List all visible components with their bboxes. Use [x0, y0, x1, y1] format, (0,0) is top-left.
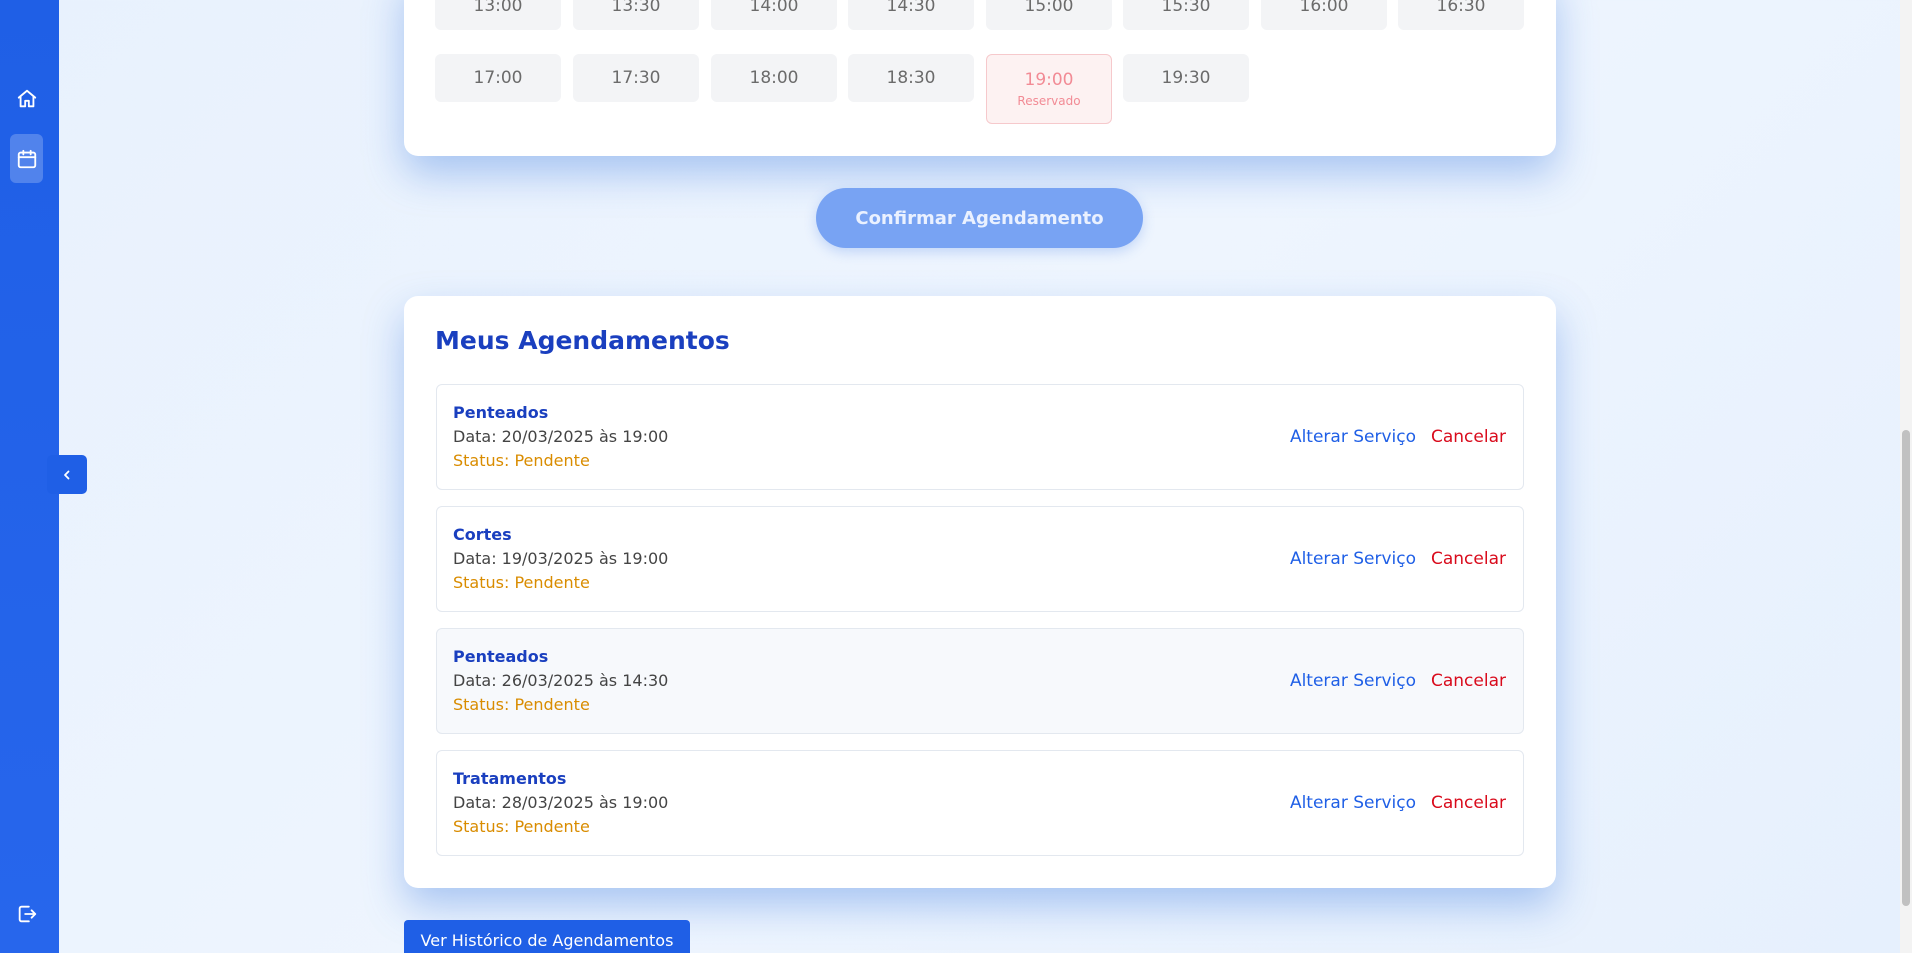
- appointment-item: Cortes Data: 19/03/2025 às 19:00 Status:…: [436, 506, 1524, 612]
- cancel-link[interactable]: Cancelar: [1431, 793, 1506, 813]
- appointments-title: Meus Agendamentos: [435, 326, 730, 355]
- appointment-status: Status: Pendente: [453, 573, 590, 592]
- change-service-link[interactable]: Alterar Serviço: [1290, 427, 1416, 447]
- change-service-link[interactable]: Alterar Serviço: [1290, 549, 1416, 569]
- appointment-item: Penteados Data: 26/03/2025 às 14:30 Stat…: [436, 628, 1524, 734]
- logout-icon: [18, 905, 36, 922]
- confirm-booking-button[interactable]: Confirmar Agendamento: [816, 188, 1143, 248]
- view-history-button[interactable]: Ver Histórico de Agendamentos: [404, 920, 690, 953]
- appointment-date: Data: 19/03/2025 às 19:00: [453, 549, 669, 568]
- sidebar-item-calendar[interactable]: [10, 134, 43, 183]
- appointment-date: Data: 28/03/2025 às 19:00: [453, 793, 669, 812]
- time-slot[interactable]: 19:30: [1123, 54, 1249, 102]
- appointments-card: Meus Agendamentos Penteados Data: 20/03/…: [404, 296, 1556, 888]
- time-slots-card: 13:00 13:30 14:00 14:30 15:00 15:30 16:0…: [404, 0, 1556, 156]
- scrollbar-thumb[interactable]: [1902, 430, 1910, 906]
- time-slot[interactable]: 17:00: [435, 54, 561, 102]
- home-icon: [17, 89, 36, 107]
- time-slot[interactable]: 16:00: [1261, 0, 1387, 30]
- time-slot[interactable]: 13:30: [573, 0, 699, 30]
- cancel-link[interactable]: Cancelar: [1431, 427, 1506, 447]
- calendar-icon: [17, 149, 36, 168]
- appointment-item: Penteados Data: 20/03/2025 às 19:00 Stat…: [436, 384, 1524, 490]
- time-slot[interactable]: 16:30: [1398, 0, 1524, 30]
- scrollbar-track[interactable]: [1900, 0, 1912, 953]
- appointment-date: Data: 20/03/2025 às 19:00: [453, 427, 669, 446]
- appointment-service: Penteados: [453, 403, 549, 422]
- chevron-left-icon: [64, 470, 70, 479]
- time-slot[interactable]: 14:00: [711, 0, 837, 30]
- change-service-link[interactable]: Alterar Serviço: [1290, 671, 1416, 691]
- time-slot[interactable]: 15:30: [1123, 0, 1249, 30]
- change-service-link[interactable]: Alterar Serviço: [1290, 793, 1416, 813]
- reserved-label: Reservado: [1017, 94, 1081, 108]
- appointment-service: Cortes: [453, 525, 512, 544]
- sidebar-collapse-button[interactable]: [47, 455, 87, 494]
- appointment-item: Tratamentos Data: 28/03/2025 às 19:00 St…: [436, 750, 1524, 856]
- appointment-date: Data: 26/03/2025 às 14:30: [453, 671, 669, 690]
- time-slot-reserved: 19:00 Reservado: [986, 54, 1112, 124]
- appointment-service: Tratamentos: [453, 769, 567, 788]
- cancel-link[interactable]: Cancelar: [1431, 549, 1506, 569]
- time-slot[interactable]: 18:00: [711, 54, 837, 102]
- sidebar-item-home[interactable]: [10, 74, 43, 123]
- time-slot[interactable]: 13:00: [435, 0, 561, 30]
- appointment-status: Status: Pendente: [453, 451, 590, 470]
- appointment-status: Status: Pendente: [453, 695, 590, 714]
- cancel-link[interactable]: Cancelar: [1431, 671, 1506, 691]
- sidebar-item-logout[interactable]: [10, 889, 43, 938]
- time-slot[interactable]: 15:00: [986, 0, 1112, 30]
- appointment-service: Penteados: [453, 647, 549, 666]
- appointment-status: Status: Pendente: [453, 817, 590, 836]
- time-slot[interactable]: 18:30: [848, 54, 974, 102]
- time-slot[interactable]: 14:30: [848, 0, 974, 30]
- time-slot[interactable]: 17:30: [573, 54, 699, 102]
